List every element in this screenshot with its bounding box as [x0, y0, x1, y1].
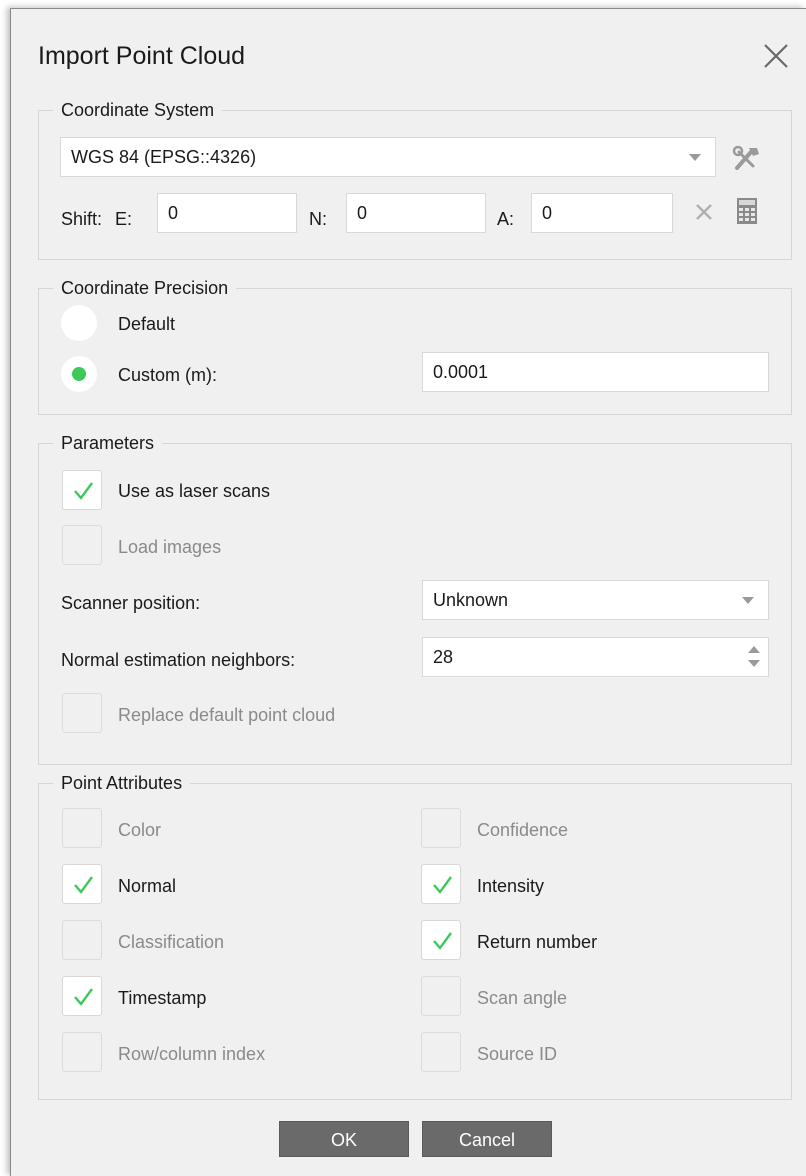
check-icon [433, 876, 452, 894]
attr-normal-label: Normal [118, 876, 177, 896]
chevron-down-icon [742, 597, 754, 604]
precision-custom-input[interactable]: 0.0001 [422, 352, 769, 392]
attr-timestamp-label: Timestamp [118, 988, 207, 1008]
attr-normal-checkbox[interactable] [62, 864, 102, 904]
attr-timestamp-checkbox[interactable] [62, 976, 102, 1016]
use-as-laser-scans-label: Use as laser scans [118, 481, 271, 501]
spin-down-icon[interactable] [748, 660, 760, 667]
chevron-down-icon [689, 154, 701, 161]
check-icon [433, 932, 452, 950]
normal-neighbors-value: 28 [433, 647, 454, 667]
cancel-button[interactable]: Cancel [422, 1121, 552, 1157]
coordinate-system-value: WGS 84 (EPSG::4326) [71, 147, 257, 167]
precision-default-radio[interactable] [61, 305, 97, 341]
parameters-legend: Parameters [61, 433, 155, 453]
load-images-label: Load images [118, 537, 222, 557]
point-attributes-legend: Point Attributes [61, 773, 183, 793]
shift-e-label: E: [115, 209, 133, 229]
precision-custom-radio[interactable] [61, 356, 97, 392]
check-icon [74, 482, 93, 500]
attr-row-column-index-checkbox[interactable] [62, 1032, 102, 1072]
attr-confidence-label: Confidence [477, 820, 569, 840]
shift-a-input[interactable]: 0 [531, 193, 673, 233]
attr-color-label: Color [118, 820, 162, 840]
load-images-checkbox[interactable] [62, 525, 102, 565]
calculator-button[interactable] [736, 197, 758, 225]
attr-return-number-checkbox[interactable] [421, 920, 461, 960]
import-point-cloud-dialog: Import Point Cloud Coordinate System WGS… [10, 8, 806, 1176]
calculator-icon [737, 198, 757, 224]
attr-confidence-checkbox[interactable] [421, 808, 461, 848]
scanner-position-value: Unknown [433, 590, 509, 610]
attr-row-column-index-label: Row/column index [118, 1044, 266, 1064]
precision-custom-label: Custom (m): [118, 365, 217, 385]
attr-color-checkbox[interactable] [62, 808, 102, 848]
shift-n-label: N: [309, 209, 327, 229]
attr-scan-angle-label: Scan angle [477, 988, 568, 1008]
attr-return-number-label: Return number [477, 932, 598, 952]
tools-icon [732, 145, 759, 170]
ok-button[interactable]: OK [279, 1121, 409, 1157]
coordinate-system-settings-button[interactable] [729, 144, 763, 172]
replace-default-checkbox[interactable] [62, 693, 102, 733]
spin-up-icon[interactable] [748, 646, 760, 653]
close-button[interactable] [759, 39, 793, 73]
shift-label: Shift: [61, 209, 103, 229]
attr-source-id-label: Source ID [477, 1044, 558, 1064]
scanner-position-combobox[interactable]: Unknown [422, 580, 769, 620]
normal-neighbors-label: Normal estimation neighbors: [61, 650, 296, 670]
shift-e-input[interactable]: 0 [157, 193, 297, 233]
shift-a-label: A: [497, 209, 515, 229]
shift-n-input[interactable]: 0 [346, 193, 486, 233]
clear-shift-button[interactable] [694, 202, 714, 222]
dialog-title: Import Point Cloud [38, 42, 246, 70]
replace-default-label: Replace default point cloud [118, 705, 336, 725]
check-icon [74, 988, 93, 1006]
attr-intensity-checkbox[interactable] [421, 864, 461, 904]
attr-classification-checkbox[interactable] [62, 920, 102, 960]
attr-source-id-checkbox[interactable] [421, 1032, 461, 1072]
close-icon [764, 44, 788, 68]
attr-intensity-label: Intensity [477, 876, 545, 896]
use-as-laser-scans-checkbox[interactable] [62, 470, 102, 510]
scanner-position-label: Scanner position: [61, 593, 201, 613]
coordinate-system-legend: Coordinate System [61, 100, 215, 120]
normal-neighbors-spinbox[interactable]: 28 [422, 637, 769, 677]
coordinate-precision-group: Coordinate Precision [38, 278, 792, 415]
coordinate-system-group: Coordinate System [38, 100, 792, 260]
precision-default-label: Default [118, 314, 176, 334]
close-icon [696, 204, 712, 220]
attr-scan-angle-checkbox[interactable] [421, 976, 461, 1016]
coordinate-precision-legend: Coordinate Precision [61, 278, 229, 298]
check-icon [74, 876, 93, 894]
attr-classification-label: Classification [118, 932, 225, 952]
radio-selected-dot [72, 367, 86, 381]
coordinate-system-combobox[interactable]: WGS 84 (EPSG::4326) [60, 137, 716, 177]
